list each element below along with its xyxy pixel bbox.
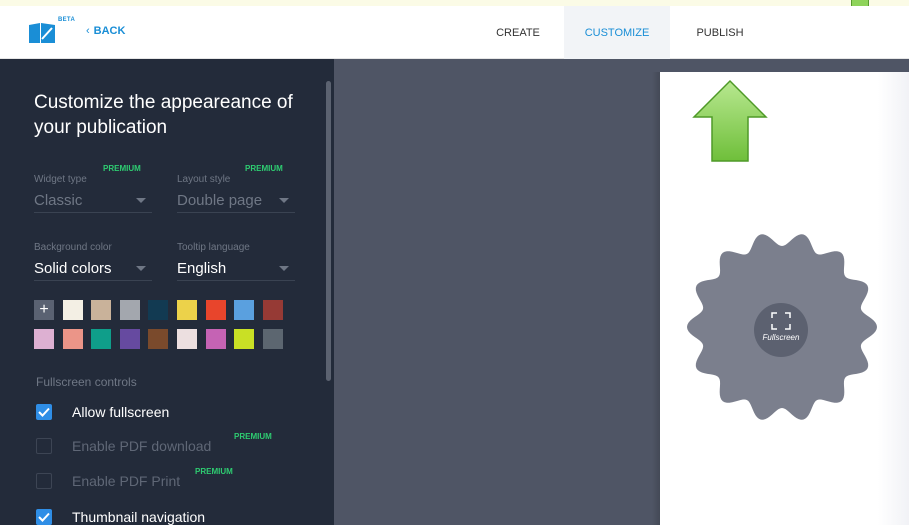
add-color-button[interactable]: + bbox=[34, 300, 54, 320]
tooltip-language-select[interactable]: English bbox=[177, 257, 295, 281]
color-swatch[interactable] bbox=[34, 329, 54, 349]
background-color-value: Solid colors bbox=[34, 260, 112, 277]
widget-type-label: Widget type bbox=[34, 174, 87, 185]
background-color-label: Background color bbox=[34, 242, 112, 253]
thumbnail-navigation-checkbox[interactable] bbox=[36, 509, 52, 525]
color-swatch[interactable] bbox=[62, 329, 83, 349]
fullscreen-expand-icon bbox=[771, 312, 791, 330]
thumbnail-navigation-label: Thumbnail navigation bbox=[72, 509, 206, 525]
customize-sidebar: Customize the appeareance of your public… bbox=[0, 59, 334, 525]
widget-type-premium-badge: PREMIUM bbox=[103, 164, 141, 173]
layout-style-label: Layout style bbox=[177, 174, 231, 185]
publication-logo-icon bbox=[29, 23, 55, 43]
layout-style-premium-badge: PREMIUM bbox=[245, 164, 283, 173]
color-swatch[interactable] bbox=[177, 300, 197, 320]
widget-type-select[interactable]: Classic bbox=[34, 189, 152, 213]
caret-down-icon bbox=[136, 266, 146, 271]
chevron-left-icon: ‹ bbox=[86, 25, 90, 37]
caret-down-icon bbox=[279, 198, 289, 203]
tab-publish[interactable]: PUBLISH bbox=[670, 6, 770, 59]
color-swatch[interactable] bbox=[262, 300, 283, 320]
caret-down-icon bbox=[279, 266, 289, 271]
enable-pdf-print-label: Enable PDF Print bbox=[72, 473, 181, 489]
sidebar-title: Customize the appeareance of your public… bbox=[34, 92, 293, 138]
background-color-select[interactable]: Solid colors bbox=[34, 257, 152, 281]
color-swatch[interactable] bbox=[148, 329, 169, 349]
checkmark-icon bbox=[38, 407, 50, 417]
layout-style-select[interactable]: Double page bbox=[177, 189, 295, 213]
allow-fullscreen-checkbox[interactable] bbox=[36, 404, 52, 420]
fullscreen-label: Fullscreen bbox=[762, 333, 800, 342]
color-swatch[interactable] bbox=[62, 300, 83, 320]
enable-pdf-print-checkbox[interactable] bbox=[36, 473, 52, 489]
pdf-download-premium-badge: PREMIUM bbox=[234, 432, 272, 441]
green-up-arrow-icon bbox=[692, 79, 768, 162]
tooltip-language-value: English bbox=[177, 260, 227, 277]
color-swatch[interactable] bbox=[119, 329, 140, 349]
color-swatch[interactable] bbox=[234, 329, 255, 349]
caret-down-icon bbox=[136, 198, 146, 203]
fullscreen-button[interactable]: Fullscreen bbox=[754, 303, 808, 357]
widget-type-value: Classic bbox=[34, 192, 83, 209]
allow-fullscreen-label: Allow fullscreen bbox=[72, 404, 170, 420]
color-swatch[interactable] bbox=[91, 300, 112, 320]
back-label: BACK bbox=[93, 25, 126, 37]
color-swatch[interactable] bbox=[119, 300, 140, 320]
color-swatch[interactable] bbox=[262, 329, 283, 349]
checkmark-icon bbox=[38, 512, 50, 522]
color-swatch[interactable] bbox=[148, 300, 169, 320]
color-swatch[interactable] bbox=[91, 329, 112, 349]
tab-create[interactable]: CREATE bbox=[472, 6, 564, 59]
top-header: BETA ‹ BACK CREATE CUSTOMIZE PUBLISH bbox=[0, 6, 909, 59]
pdf-print-premium-badge: PREMIUM bbox=[195, 467, 233, 476]
page-edge bbox=[878, 72, 909, 525]
publication-preview: Fullscreen bbox=[334, 59, 909, 525]
page-shadow bbox=[652, 72, 660, 525]
tab-customize[interactable]: CUSTOMIZE bbox=[564, 6, 670, 59]
layout-style-value: Double page bbox=[177, 192, 263, 209]
color-swatch[interactable] bbox=[205, 300, 226, 320]
color-swatch[interactable] bbox=[234, 300, 255, 320]
tooltip-language-label: Tooltip language bbox=[177, 242, 250, 253]
fullscreen-controls-label: Fullscreen controls bbox=[36, 375, 137, 389]
color-swatch[interactable] bbox=[177, 329, 197, 349]
beta-badge: BETA bbox=[58, 17, 76, 23]
back-button[interactable]: ‹ BACK bbox=[86, 25, 125, 37]
color-swatch[interactable] bbox=[205, 329, 226, 349]
enable-pdf-download-label: Enable PDF download bbox=[72, 438, 212, 454]
enable-pdf-download-checkbox[interactable] bbox=[36, 438, 52, 454]
sidebar-scrollbar[interactable] bbox=[326, 81, 331, 381]
